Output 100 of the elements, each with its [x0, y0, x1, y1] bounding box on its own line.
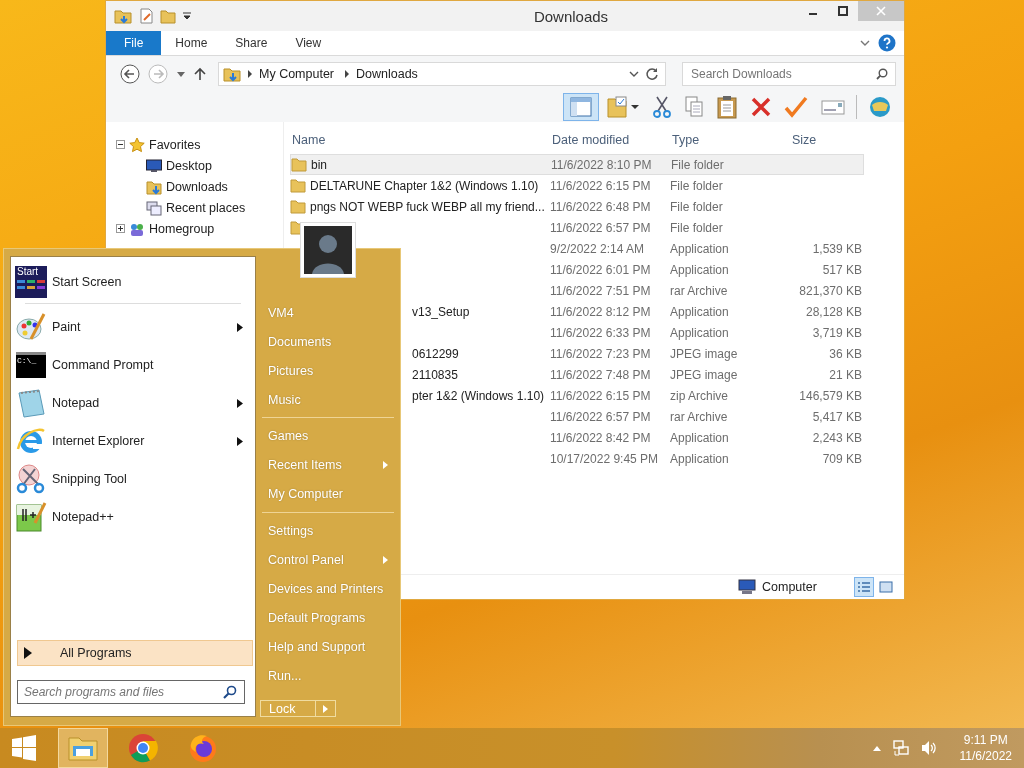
chevron-icon[interactable]: [860, 39, 870, 47]
all-programs-button[interactable]: All Programs: [17, 640, 253, 666]
details-view-button[interactable]: [854, 577, 874, 597]
firefox-icon: [187, 732, 219, 764]
breadcrumb[interactable]: My Computer: [259, 67, 335, 81]
network-icon[interactable]: [891, 739, 910, 757]
scissors-icon: [15, 463, 47, 495]
scissors-icon: [652, 95, 672, 119]
file-row[interactable]: pngs NOT WEBP fuck WEBP all my friend... 11/6/2022 6:48 PM File folder: [290, 196, 864, 217]
file-date: 11/6/2022 6:15 PM: [550, 178, 652, 193]
document-icon[interactable]: [138, 8, 154, 24]
file-name: pngs NOT WEBP fuck WEBP all my friend...: [310, 199, 545, 214]
file-date: 11/6/2022 6:57 PM: [550, 409, 652, 424]
expand-icon[interactable]: [116, 224, 125, 233]
program-item[interactable]: Snipping Tool: [11, 460, 255, 498]
file-name: 2110835: [412, 367, 458, 382]
back-icon[interactable]: [120, 64, 140, 84]
program-item[interactable]: C:\_ Command Prompt: [11, 346, 255, 384]
address-bar[interactable]: My Computer Downloads: [218, 62, 666, 86]
nav-item[interactable]: Recent places: [166, 200, 246, 215]
file-name: bin: [311, 157, 327, 172]
file-size: 21 KB: [829, 367, 862, 382]
minimize-icon: [809, 13, 817, 15]
user-avatar-icon[interactable]: [300, 222, 356, 278]
windows-icon: [11, 735, 37, 761]
file-date: 10/17/2022 9:45 PM: [550, 451, 660, 466]
file-size: 1,539 KB: [812, 241, 862, 256]
collapse-icon[interactable]: [116, 140, 125, 149]
up-arrow-icon[interactable]: [194, 67, 206, 81]
program-item[interactable]: Notepad++: [11, 498, 255, 536]
pane-icon: [568, 95, 594, 119]
notepad-icon: [15, 387, 47, 419]
file-type: File folder: [670, 220, 724, 235]
folder-icon[interactable]: [114, 8, 132, 24]
refresh-icon[interactable]: [645, 67, 659, 81]
file-date: 11/6/2022 7:23 PM: [550, 346, 652, 361]
ribbon-tab[interactable]: View: [281, 31, 336, 55]
file-size: 821,370 KB: [799, 283, 862, 298]
file-date: 11/6/2022 8:12 PM: [550, 304, 652, 319]
clock-time: 9:11 PM: [963, 732, 1008, 748]
recent-places-icon: [146, 199, 162, 216]
file-type: Application: [670, 262, 730, 277]
tick-icon: [784, 95, 808, 119]
file-size: 5,417 KB: [812, 409, 862, 424]
search-icon[interactable]: [876, 68, 888, 80]
window-title: Downloads: [532, 7, 610, 25]
file-size: 709 KB: [822, 451, 862, 466]
maximize-icon: [838, 6, 848, 16]
search-field[interactable]: Search programs and files: [17, 680, 245, 704]
breadcrumb[interactable]: Downloads: [356, 67, 418, 81]
speaker-icon[interactable]: [919, 739, 938, 757]
program-item[interactable]: Internet Explorer: [11, 422, 255, 460]
ribbon-tab[interactable]: Share: [221, 31, 282, 55]
program-item[interactable]: Paint: [11, 308, 255, 346]
globe-icon: [867, 95, 893, 119]
file-type: File folder: [670, 178, 724, 193]
file-size: 2,243 KB: [812, 430, 862, 445]
file-row[interactable]: DELTARUNE Chapter 1&2 (Windows 1.10) 11/6/2022 6:15 PM File folder: [290, 175, 864, 196]
ribbon-tab[interactable]: Home: [161, 31, 222, 55]
computer-icon: [738, 579, 756, 595]
nav-item[interactable]: Homegroup: [149, 221, 215, 236]
dropdown-icon[interactable]: [176, 70, 186, 78]
search-icon[interactable]: [223, 685, 237, 699]
folder-icon: [290, 199, 306, 214]
dropdown-icon[interactable]: [182, 11, 192, 21]
file-size: 517 KB: [822, 262, 862, 277]
close-icon: [876, 6, 886, 16]
show-hidden-icons-icon[interactable]: [871, 744, 882, 752]
column-header[interactable]: Type: [672, 133, 758, 147]
program-item[interactable]: Start Start Screen: [11, 263, 255, 301]
column-header[interactable]: Name: [290, 133, 552, 147]
file-type: Application: [670, 451, 730, 466]
file-type: JPEG image: [670, 346, 739, 361]
folder-icon: [291, 157, 307, 172]
program-item[interactable]: Notepad: [11, 384, 255, 422]
column-header[interactable]: Date modified: [552, 133, 672, 147]
preview-pane-button[interactable]: [563, 93, 599, 121]
file-explorer-button[interactable]: [58, 728, 108, 768]
folder-icon: [146, 178, 162, 195]
chevron-right-icon[interactable]: [247, 70, 253, 78]
folder-icon: [290, 178, 306, 193]
chrome-icon: [128, 733, 158, 763]
tiles-icon: [879, 581, 893, 593]
nav-item[interactable]: Downloads: [166, 179, 228, 194]
power-options-button[interactable]: [316, 700, 336, 717]
file-date: 11/6/2022 6:33 PM: [550, 325, 652, 340]
file-row[interactable]: bin 11/6/2022 8:10 PM File folder: [290, 154, 864, 175]
file-date: 11/6/2022 6:57 PM: [550, 220, 652, 235]
file-date: 11/6/2022 7:51 PM: [550, 283, 652, 298]
help-icon[interactable]: [878, 34, 896, 52]
clipboard-icon: [716, 95, 738, 119]
nav-item[interactable]: Favorites: [149, 137, 201, 152]
nav-item[interactable]: Desktop: [166, 158, 212, 173]
ribbon-tab[interactable]: File: [106, 31, 162, 55]
status-location: Computer: [762, 580, 818, 594]
folder-icon[interactable]: [160, 8, 176, 24]
chevron-right-icon[interactable]: [344, 70, 351, 78]
file-name: 0612299: [412, 346, 459, 361]
dropdown-icon[interactable]: [629, 70, 639, 78]
column-header[interactable]: Size: [758, 133, 864, 147]
